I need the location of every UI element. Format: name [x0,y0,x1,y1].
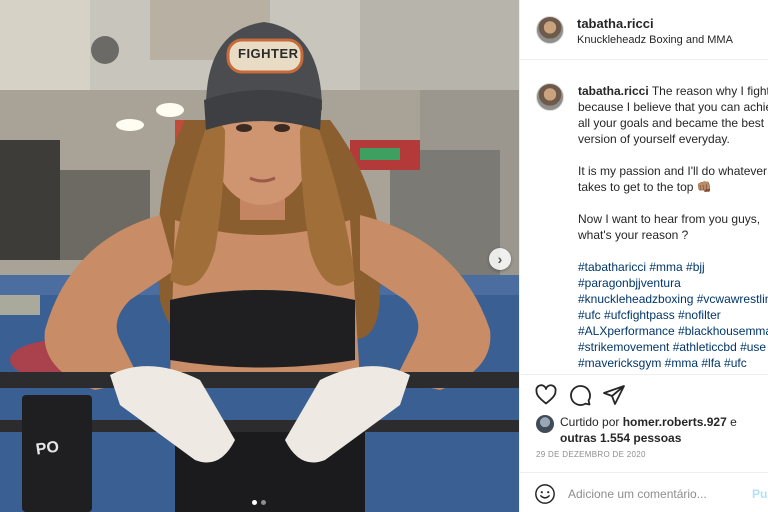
hashtag-line[interactable]: #knuckleheadzboxing #vcwawrestlin [578,291,768,307]
caption-line: what's your reason ? [578,228,689,242]
carousel-next-button[interactable]: › [489,248,511,270]
post-header: tabatha.ricci Knuckleheadz Boxing and MM… [520,0,768,60]
caption-line: It is my passion and I'll do whatever [578,164,768,178]
hashtag-list: #tabatharicci #mma #bjj #paragonbjjventu… [578,259,768,374]
caption-avatar[interactable] [536,83,564,111]
action-bar [520,374,768,410]
cap-badge-text: FIGHTER [238,46,299,61]
wrap-strap-text: PO [34,438,61,459]
emoji-icon[interactable] [534,483,556,505]
author-username[interactable]: tabatha.ricci [577,16,654,31]
likes-others-count[interactable]: outras 1.554 pessoas [560,431,681,445]
hashtag-line[interactable]: #ALXperformance #blackhousemma [578,323,768,339]
likes-text: Curtido por homer.roberts.927 e outras 1… [560,414,768,446]
carousel-dot [261,500,266,505]
comment-icon[interactable] [568,383,592,407]
hashtag-line[interactable]: #ufc #ufcfightpass #nofilter [578,307,768,323]
caption-line: version of yourself everyday. [578,132,730,146]
share-icon[interactable] [602,383,626,407]
photo-illustration [0,0,519,512]
post-photo[interactable]: FIGHTER PO › [0,0,519,512]
carousel-indicator [252,500,266,505]
post-location[interactable]: Knuckleheadz Boxing and MMA [577,34,733,46]
hashtag-line[interactable]: #paragonbjjventura [578,275,768,291]
caption-username[interactable]: tabatha.ricci [578,84,649,98]
caption-line: all your goals and became the best [578,116,765,130]
publish-comment-button[interactable]: Publicar [752,487,768,501]
likes-summary: Curtido por homer.roberts.927 e outras 1… [536,412,766,446]
caption-line: The reason why I fight [651,84,768,98]
hashtag-line[interactable]: #strikemovement #athleticcbd #use [578,339,768,355]
caption-line: Now I want to hear from you guys, [578,212,761,226]
caption-section: tabatha.ricci The reason why I fight bec… [520,61,768,374]
liker-username[interactable]: homer.roberts.927 [623,415,727,429]
likes-connector: e [726,415,737,429]
caption-line: because I believe that you can achie [578,100,768,114]
comment-input[interactable] [568,485,746,503]
post-details-panel: tabatha.ricci Knuckleheadz Boxing and MM… [519,0,768,512]
hashtag-line[interactable]: #tabatharicci #mma #bjj [578,259,768,275]
carousel-dot [252,500,257,505]
caption-text: tabatha.ricci The reason why I fight bec… [578,83,768,374]
chevron-right-icon: › [497,251,503,267]
hashtag-line[interactable]: #mavericksgym #mma #lfa #ufc [578,355,768,371]
likes-prefix: Curtido por [560,415,623,429]
liker-avatar[interactable] [536,415,554,433]
heart-icon[interactable] [534,383,558,407]
comment-bar: Publicar [520,472,768,512]
post-date[interactable]: 29 DE DEZEMBRO DE 2020 [536,450,646,459]
caption-line: takes to get to the top 👊🏽 [578,180,712,194]
author-avatar[interactable] [536,16,564,44]
